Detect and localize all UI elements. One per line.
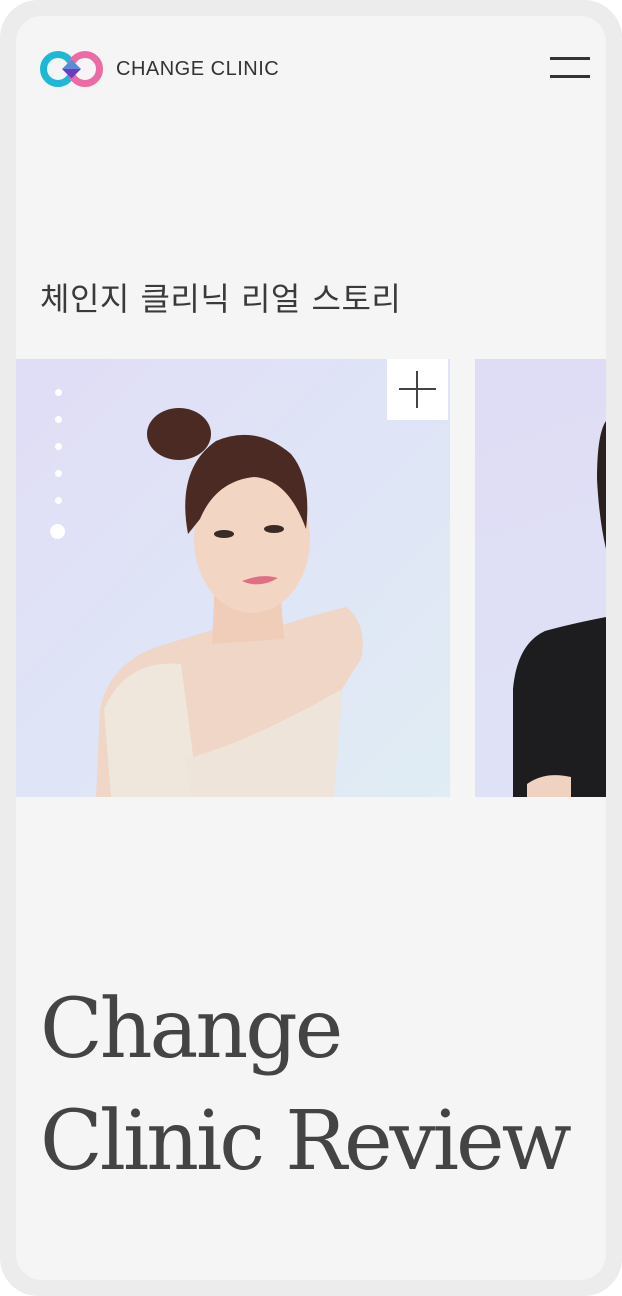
logo[interactable]: CHANGE CLINIC [40,50,279,88]
headline-line-1: Change [40,982,343,1077]
pagination-dot[interactable] [54,416,62,423]
pagination-dot[interactable] [54,497,62,504]
pagination-dot[interactable] [54,389,62,396]
headline-line-2: Clinic Review [40,1094,572,1189]
logo-mark-icon [40,51,103,87]
site-header: CHANGE CLINIC [16,16,606,126]
pagination-dot[interactable] [54,470,62,477]
screen: CHANGE CLINIC 체인지 클리닉 리얼 스토리 Change Clin… [16,16,606,1280]
device-frame: CHANGE CLINIC 체인지 클리닉 리얼 스토리 Change Clin… [0,0,622,1296]
slide-card[interactable] [16,359,450,797]
slider-pagination [50,389,65,559]
hamburger-icon-line [550,57,590,60]
hamburger-menu-button[interactable] [550,56,592,82]
review-headline: Change Clinic Review [40,974,572,1198]
plus-icon [416,371,418,408]
pagination-dot[interactable] [54,443,62,450]
section-title: 체인지 클리닉 리얼 스토리 [40,280,402,318]
story-slider[interactable] [16,359,606,797]
hamburger-icon-line [550,75,590,78]
portrait-image [96,408,363,797]
plus-button[interactable] [387,359,448,420]
slide-card-next[interactable] [475,359,606,797]
portrait-image [513,421,606,797]
pagination-dot-active[interactable] [50,524,65,539]
brand-name: CHANGE CLINIC [116,57,280,80]
